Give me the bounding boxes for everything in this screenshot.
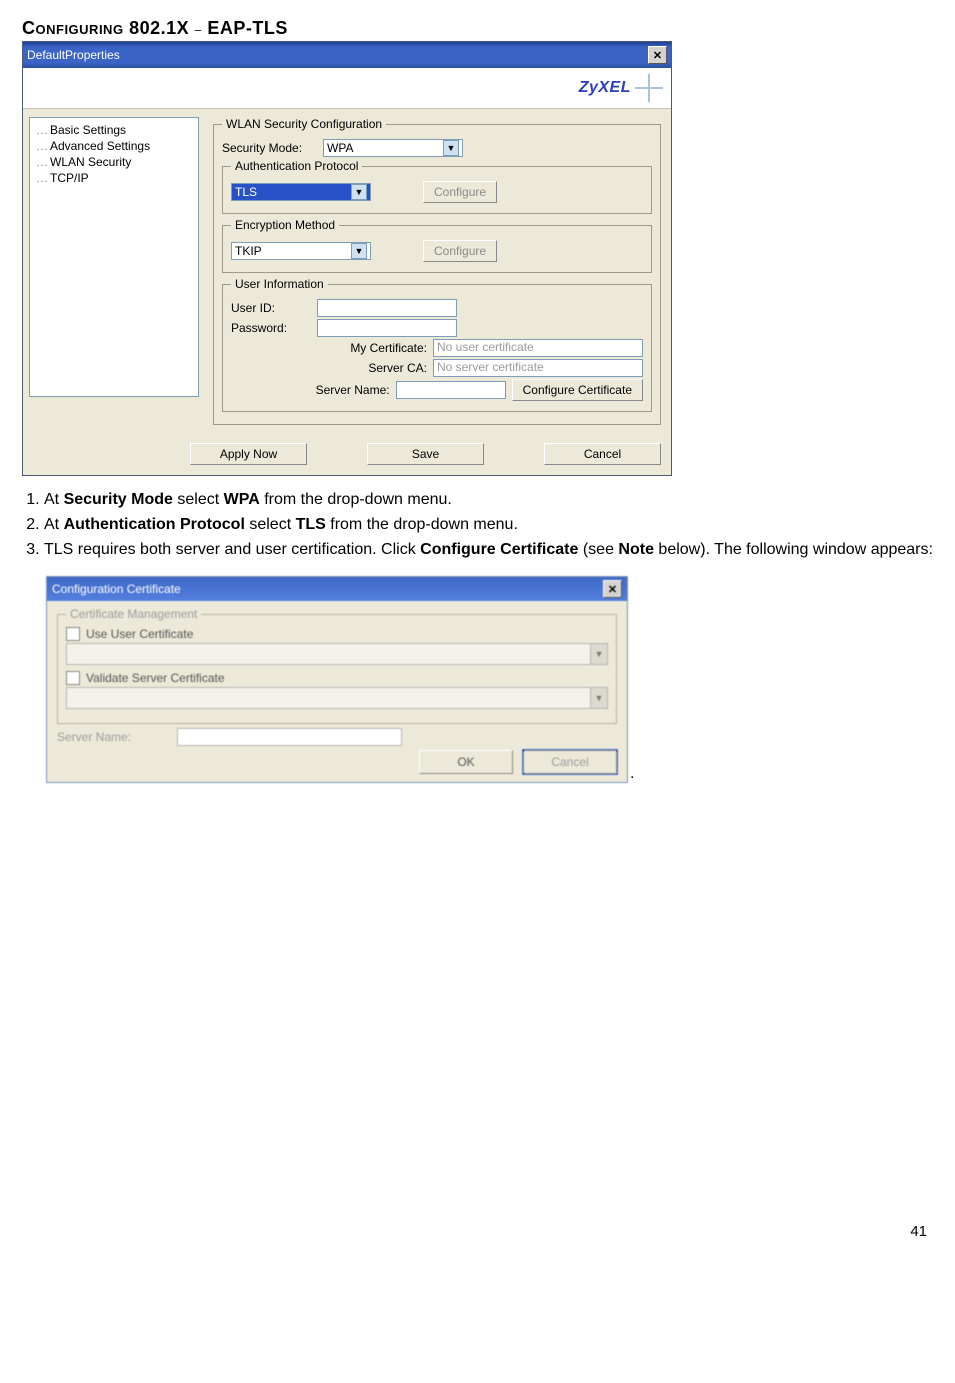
userid-label: User ID: — [231, 301, 311, 315]
security-mode-value: WPA — [327, 141, 353, 155]
zyxel-logo: ZyXEL — [579, 74, 663, 102]
security-mode-dropdown[interactable]: WPA ▼ — [323, 139, 463, 157]
chevron-down-icon: ▼ — [590, 644, 607, 664]
configuration-certificate-window: Configuration Certificate ✕ Certificate … — [46, 576, 628, 783]
user-cert-dropdown[interactable]: ▼ — [66, 643, 608, 665]
default-properties-window: DefaultProperties ✕ ZyXEL Basic Settings… — [22, 41, 672, 476]
heading-eaptls: EAP-TLS — [207, 18, 288, 38]
cert-window-titlebar: Configuration Certificate ✕ — [47, 577, 627, 601]
step-3: TLS requires both server and user certif… — [44, 540, 933, 561]
server-cert-dropdown[interactable]: ▼ — [66, 687, 608, 709]
chevron-down-icon: ▼ — [590, 688, 607, 708]
auth-protocol-dropdown[interactable]: TLS ▼ — [231, 183, 371, 201]
trailing-period: . — [630, 765, 634, 783]
wlan-security-legend: WLAN Security Configuration — [222, 117, 386, 131]
configure-certificate-button[interactable]: Configure Certificate — [512, 379, 643, 401]
serverca-field[interactable]: No server certificate — [433, 359, 643, 377]
window-titlebar: DefaultProperties ✕ — [23, 42, 671, 68]
mycert-label: My Certificate: — [350, 341, 427, 355]
tree-item-tcpip[interactable]: TCP/IP — [36, 170, 192, 186]
use-user-cert-label: Use User Certificate — [86, 627, 193, 641]
save-button[interactable]: Save — [367, 443, 484, 465]
server-name2-field[interactable] — [177, 728, 402, 746]
close-icon[interactable]: ✕ — [648, 46, 667, 64]
ok-button[interactable]: OK — [419, 750, 513, 774]
section-heading: Configuring 802.1X – EAP-TLS — [22, 18, 933, 39]
auth-protocol-value: TLS — [235, 185, 257, 199]
user-info-group: User Information User ID: Password: My C… — [222, 277, 652, 412]
security-mode-label: Security Mode: — [222, 141, 317, 155]
encryption-configure-button[interactable]: Configure — [423, 240, 497, 262]
auth-protocol-group: Authentication Protocol TLS ▼ Configure — [222, 159, 652, 214]
zyxel-logo-text: ZyXEL — [579, 79, 631, 97]
password-field[interactable] — [317, 319, 457, 337]
wlan-security-group: WLAN Security Configuration Security Mod… — [213, 117, 661, 425]
validate-server-cert-checkbox[interactable] — [66, 671, 80, 685]
tree-item-basic[interactable]: Basic Settings — [36, 122, 192, 138]
chevron-down-icon: ▼ — [351, 184, 367, 200]
serverca-label: Server CA: — [368, 361, 427, 375]
heading-code: 802.1X — [129, 18, 189, 38]
auth-protocol-legend: Authentication Protocol — [231, 159, 362, 173]
step-1: At Security Mode select WPA from the dro… — [44, 490, 933, 511]
bottom-button-row: Apply Now Save Cancel — [23, 437, 671, 475]
encryption-method-legend: Encryption Method — [231, 218, 339, 232]
servername-field[interactable] — [396, 381, 506, 399]
apply-now-button[interactable]: Apply Now — [190, 443, 307, 465]
cert-window-title: Configuration Certificate — [52, 582, 181, 596]
password-label: Password: — [231, 321, 311, 335]
cancel-cert-button[interactable]: Cancel — [523, 750, 617, 774]
certificate-management-legend: Certificate Management — [66, 607, 201, 621]
servername-label: Server Name: — [316, 383, 390, 397]
validate-server-cert-label: Validate Server Certificate — [86, 671, 225, 685]
server-name2-label: Server Name: — [57, 730, 167, 744]
auth-configure-button[interactable]: Configure — [423, 181, 497, 203]
logo-row: ZyXEL — [23, 68, 671, 109]
encryption-dropdown[interactable]: TKIP ▼ — [231, 242, 371, 260]
step-2: At Authentication Protocol select TLS fr… — [44, 515, 933, 536]
star-icon — [635, 74, 663, 102]
heading-dash: – — [195, 22, 202, 36]
user-info-legend: User Information — [231, 277, 328, 291]
certificate-management-group: Certificate Management Use User Certific… — [57, 607, 617, 724]
use-user-cert-checkbox[interactable] — [66, 627, 80, 641]
tree-item-advanced[interactable]: Advanced Settings — [36, 138, 192, 154]
encryption-method-group: Encryption Method TKIP ▼ Configure — [222, 218, 652, 273]
chevron-down-icon: ▼ — [351, 243, 367, 259]
window-title: DefaultProperties — [27, 48, 120, 62]
page-number: 41 — [22, 1223, 933, 1240]
cancel-button[interactable]: Cancel — [544, 443, 661, 465]
heading-configuring: Configuring — [22, 18, 124, 38]
chevron-down-icon: ▼ — [443, 140, 459, 156]
mycert-field[interactable]: No user certificate — [433, 339, 643, 357]
settings-tree[interactable]: Basic Settings Advanced Settings WLAN Se… — [29, 117, 199, 397]
instruction-list: At Security Mode select WPA from the dro… — [22, 490, 933, 560]
close-icon[interactable]: ✕ — [603, 580, 622, 598]
tree-item-wlan[interactable]: WLAN Security — [36, 154, 192, 170]
userid-field[interactable] — [317, 299, 457, 317]
encryption-value: TKIP — [235, 244, 262, 258]
